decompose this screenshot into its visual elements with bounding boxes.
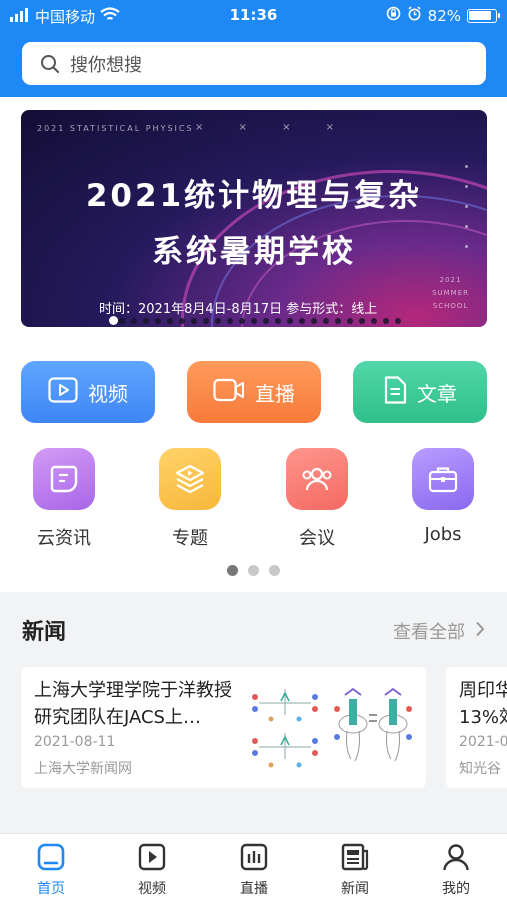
news-date: 2021-0 [459, 734, 507, 750]
banner-corner-line: SUMMER [432, 289, 469, 297]
video-button-label: 视频 [88, 381, 128, 406]
news-headline: 周印华 13%效 [459, 680, 507, 728]
search-icon [40, 54, 60, 74]
banner-corner-text: 2021 SUMMER SCHOOL [432, 274, 469, 313]
banner-title-line1: 2021统计物理与复杂 [85, 178, 423, 214]
news-section-title: 新闻 [22, 620, 67, 645]
category-label: Jobs [424, 524, 462, 545]
category-pager [0, 565, 507, 576]
banner-marks: × × × × [195, 122, 351, 133]
search-bar[interactable]: 搜你想搜 [22, 42, 486, 85]
tab-home[interactable]: 首页 [11, 842, 91, 898]
video-button[interactable]: 视频 [21, 361, 155, 423]
banner-corner-line: SCHOOL [432, 302, 469, 310]
carousel-indicator-active[interactable] [109, 316, 118, 325]
chat-icon [33, 448, 95, 510]
menu-section: 视频 直播 文章 云资讯 专题 会议 Jobs [0, 340, 507, 592]
rotation-lock-icon [386, 6, 401, 25]
header: 中国移动 11:36 82% 搜你想搜 [0, 0, 507, 97]
alarm-icon [407, 6, 422, 25]
chevron-right-icon [475, 621, 485, 642]
category-label: 云资讯 [37, 528, 91, 549]
live-button[interactable]: 直播 [187, 361, 321, 423]
home-icon [36, 843, 66, 876]
search-input[interactable]: 搜你想搜 [70, 51, 142, 77]
tab-label: 首页 [37, 881, 65, 897]
carousel-indicator-strip [119, 316, 419, 325]
status-bar: 中国移动 11:36 82% [0, 0, 507, 32]
view-all-link[interactable]: 查看全部 [393, 618, 485, 644]
battery-icon [467, 8, 500, 23]
article-button[interactable]: 文章 [353, 361, 487, 423]
category-topics[interactable]: 专题 [145, 448, 235, 549]
tab-news[interactable]: 新闻 [315, 842, 395, 898]
people-icon [286, 448, 348, 510]
pager-dot-active[interactable] [227, 565, 238, 576]
pager-dot[interactable] [269, 565, 280, 576]
newspaper-icon [340, 843, 370, 876]
camera-icon [213, 378, 245, 407]
banner-carousel[interactable]: 2021 STATISTICAL PHYSICS × × × × 2021统计物… [21, 110, 487, 327]
bottom-tab-bar: 首页 视频 直播 新闻 我的 [0, 833, 507, 900]
category-jobs[interactable]: Jobs [398, 448, 488, 548]
tab-label: 视频 [138, 881, 166, 897]
live-button-label: 直播 [255, 381, 295, 406]
battery-percent: 82% [427, 6, 461, 25]
banner-small-heading: 2021 STATISTICAL PHYSICS [37, 124, 194, 133]
pager-dot[interactable] [248, 565, 259, 576]
tab-label: 直播 [240, 881, 268, 897]
news-source: 上海大学新闻网 [34, 761, 132, 777]
banner-corner-line: 2021 [439, 276, 462, 284]
category-label: 专题 [172, 528, 208, 549]
document-icon [383, 375, 407, 409]
layers-icon [159, 448, 221, 510]
tab-profile[interactable]: 我的 [416, 842, 496, 898]
banner-info: 时间：2021年8月4日-8月17日 参与形式：线上 [99, 302, 378, 317]
status-right-group: 82% [386, 6, 500, 25]
tab-live[interactable]: 直播 [214, 842, 294, 898]
banner-section: 2021 STATISTICAL PHYSICS × × × × 2021统计物… [0, 97, 507, 340]
news-thumbnail [241, 679, 419, 777]
banner-title-line2: 系统暑期学校 [152, 234, 356, 270]
tab-label: 我的 [442, 881, 470, 897]
banner-side-dots [465, 165, 469, 265]
category-meetings[interactable]: 会议 [272, 448, 362, 549]
news-card[interactable]: 周印华 13%效 2021-0 知光谷 [446, 667, 507, 788]
article-button-label: 文章 [417, 381, 457, 406]
news-source: 知光谷 [459, 761, 501, 777]
video-icon [137, 843, 167, 876]
news-card[interactable]: 上海大学理学院于洋教授研究团队在JACS上… 2021-08-11 上海大学新闻… [21, 667, 426, 788]
news-headline: 上海大学理学院于洋教授研究团队在JACS上… [34, 680, 232, 728]
view-all-label: 查看全部 [393, 622, 465, 643]
category-label: 会议 [299, 528, 335, 549]
tab-label: 新闻 [341, 881, 369, 897]
category-cloud-news[interactable]: 云资讯 [19, 448, 109, 549]
profile-icon [441, 844, 471, 876]
briefcase-icon [412, 448, 474, 510]
play-icon [48, 376, 78, 408]
news-date: 2021-08-11 [34, 734, 116, 750]
live-icon [239, 843, 269, 876]
tab-video[interactable]: 视频 [112, 842, 192, 898]
